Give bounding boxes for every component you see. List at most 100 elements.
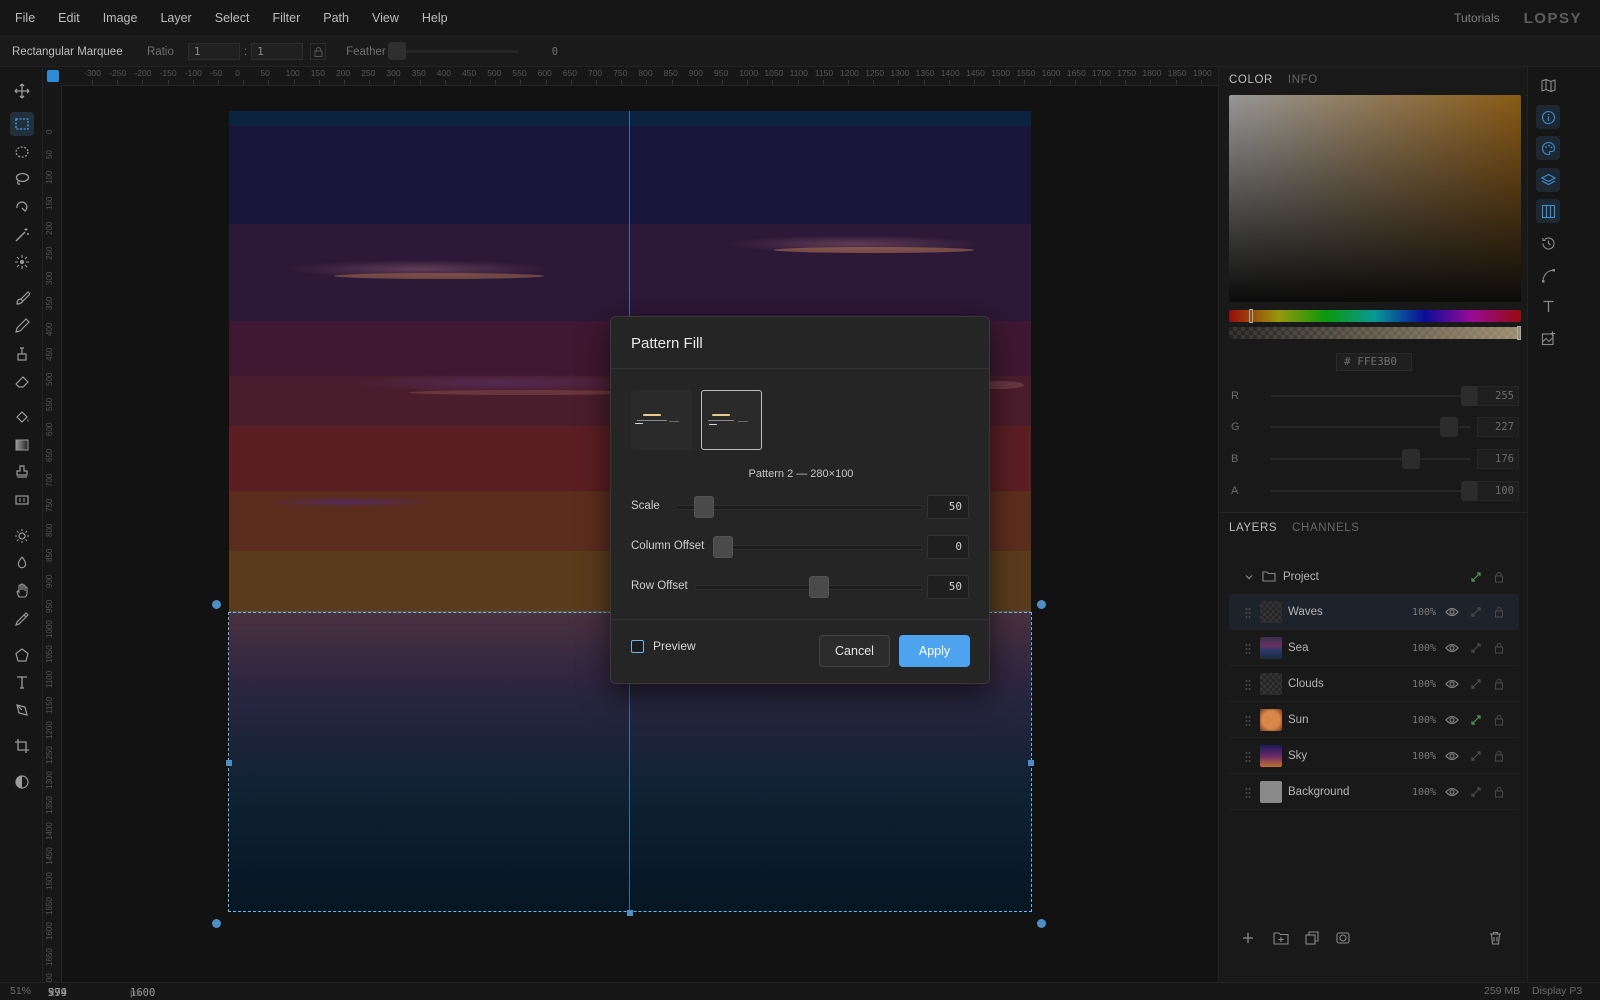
elliptical-marquee-icon[interactable] bbox=[10, 140, 34, 164]
move-tool-icon[interactable] bbox=[10, 79, 34, 103]
delete-layer-icon[interactable] bbox=[1489, 931, 1502, 948]
blur-icon[interactable] bbox=[10, 551, 34, 575]
layer-fx-icon[interactable] bbox=[1470, 606, 1482, 621]
layer-fx-icon[interactable] bbox=[1470, 750, 1482, 765]
channel-b-thumb[interactable] bbox=[1402, 449, 1421, 469]
layer-fx-icon[interactable] bbox=[1470, 571, 1482, 586]
layer-row-sky[interactable]: Sky 100% bbox=[1229, 739, 1519, 774]
pattern-thumbnail-2[interactable] bbox=[701, 390, 762, 450]
lock-icon[interactable] bbox=[1494, 750, 1504, 765]
pen-icon[interactable] bbox=[10, 698, 34, 722]
layer-opacity[interactable]: 100% bbox=[1412, 787, 1436, 798]
preview-toggle[interactable]: Preview bbox=[631, 639, 696, 653]
lock-icon[interactable] bbox=[1494, 678, 1504, 693]
menu-file[interactable]: File bbox=[15, 11, 35, 25]
selection-handle-tr[interactable] bbox=[1037, 600, 1046, 609]
row-offset-slider-thumb[interactable] bbox=[808, 576, 829, 598]
crop-icon[interactable] bbox=[10, 734, 34, 758]
eye-icon[interactable] bbox=[1445, 606, 1459, 621]
pattern-thumbnail-1[interactable] bbox=[631, 390, 692, 450]
channels-icon[interactable] bbox=[1536, 199, 1560, 223]
scale-value[interactable]: 50 bbox=[927, 495, 969, 519]
color-mode-icon[interactable] bbox=[10, 770, 34, 794]
layer-row-sun[interactable]: Sun 100% bbox=[1229, 703, 1519, 738]
lock-icon[interactable] bbox=[1494, 571, 1504, 586]
ruler-corner[interactable] bbox=[43, 67, 62, 86]
preview-checkbox[interactable] bbox=[631, 639, 644, 653]
layer-row-waves[interactable]: Waves 100% bbox=[1229, 595, 1519, 630]
layers-icon[interactable] bbox=[1536, 168, 1560, 192]
lock-icon[interactable] bbox=[1494, 606, 1504, 621]
column-offset-slider[interactable] bbox=[719, 545, 923, 550]
layer-opacity[interactable]: 100% bbox=[1412, 643, 1436, 654]
gradient-icon[interactable] bbox=[10, 433, 34, 457]
eye-icon[interactable] bbox=[1445, 642, 1459, 657]
menu-filter[interactable]: Filter bbox=[272, 11, 300, 25]
tab-info[interactable]: INFO bbox=[1288, 74, 1318, 86]
menu-edit[interactable]: Edit bbox=[58, 11, 80, 25]
eye-icon[interactable] bbox=[1445, 786, 1459, 801]
tutorials-link[interactable]: Tutorials bbox=[1454, 11, 1500, 25]
ruler-top[interactable]: -300 -250 -200 -150 -100 -50 0 50 100 150 200 250 30… bbox=[62, 67, 1218, 86]
feather-slider-thumb[interactable] bbox=[387, 42, 406, 60]
hue-slider-thumb[interactable] bbox=[1249, 309, 1253, 323]
stamp-icon[interactable] bbox=[10, 460, 34, 484]
image-add-icon[interactable] bbox=[1536, 326, 1560, 350]
paths-icon[interactable] bbox=[1536, 263, 1560, 287]
hue-slider[interactable] bbox=[1229, 310, 1521, 322]
eye-icon[interactable] bbox=[1445, 750, 1459, 765]
ratio-width-input[interactable]: 1 bbox=[187, 43, 240, 60]
menu-select[interactable]: Select bbox=[215, 11, 250, 25]
zoom-level[interactable]: 51% bbox=[10, 985, 31, 997]
feather-slider[interactable] bbox=[387, 42, 518, 60]
drag-handle-icon[interactable] bbox=[1245, 715, 1251, 727]
layer-row-background[interactable]: Background 100% bbox=[1229, 775, 1519, 810]
menu-help[interactable]: Help bbox=[422, 11, 448, 25]
drag-handle-icon[interactable] bbox=[1245, 787, 1251, 799]
info-icon[interactable] bbox=[1536, 105, 1560, 129]
rectangular-marquee-icon[interactable] bbox=[10, 112, 34, 136]
layer-fx-icon[interactable] bbox=[1470, 786, 1482, 801]
eye-icon[interactable] bbox=[1445, 714, 1459, 729]
column-offset-slider-thumb[interactable] bbox=[713, 536, 733, 558]
layer-row-clouds[interactable]: Clouds 100% bbox=[1229, 667, 1519, 702]
layer-fx-icon[interactable] bbox=[1470, 642, 1482, 657]
drag-handle-icon[interactable] bbox=[1245, 643, 1251, 655]
selection-handle-br[interactable] bbox=[1037, 919, 1046, 928]
text-tool-icon[interactable] bbox=[10, 670, 34, 694]
layer-opacity[interactable]: 100% bbox=[1412, 607, 1436, 618]
lock-icon[interactable] bbox=[1494, 642, 1504, 657]
pencil-icon[interactable] bbox=[10, 314, 34, 338]
eyedropper-icon[interactable] bbox=[10, 607, 34, 631]
lasso-icon[interactable] bbox=[10, 167, 34, 191]
lock-icon[interactable] bbox=[1494, 714, 1504, 729]
column-offset-value[interactable]: 0 bbox=[927, 535, 969, 559]
add-layer-icon[interactable] bbox=[1241, 931, 1255, 948]
row-offset-value[interactable]: 50 bbox=[927, 575, 969, 599]
lock-icon[interactable] bbox=[1494, 786, 1504, 801]
layer-opacity[interactable]: 100% bbox=[1412, 751, 1436, 762]
new-folder-icon[interactable] bbox=[1273, 931, 1289, 948]
ruler-left[interactable]: 0 50 100 150 200 250 300 350 400 450 500 550 600 650 7… bbox=[43, 86, 62, 982]
palette-icon[interactable] bbox=[1536, 136, 1560, 160]
magic-wand-icon[interactable] bbox=[10, 223, 34, 247]
mask-icon[interactable] bbox=[1336, 931, 1350, 948]
hand-icon[interactable] bbox=[10, 579, 34, 603]
layer-opacity[interactable]: 100% bbox=[1412, 715, 1436, 726]
tab-channels[interactable]: CHANNELS bbox=[1292, 522, 1359, 534]
channel-r-value[interactable]: 255 bbox=[1477, 386, 1519, 406]
channel-r-slider[interactable] bbox=[1271, 395, 1471, 397]
shape-icon[interactable] bbox=[10, 643, 34, 667]
chevron-down-icon[interactable] bbox=[1244, 571, 1254, 585]
drag-handle-icon[interactable] bbox=[1245, 751, 1251, 763]
duplicate-layer-icon[interactable] bbox=[1305, 931, 1319, 948]
menu-layer[interactable]: Layer bbox=[160, 11, 191, 25]
tab-color[interactable]: COLOR bbox=[1229, 74, 1273, 86]
tab-layers[interactable]: LAYERS bbox=[1229, 522, 1277, 534]
apply-button[interactable]: Apply bbox=[899, 635, 970, 667]
menu-view[interactable]: View bbox=[372, 11, 399, 25]
paint-bucket-icon[interactable] bbox=[10, 405, 34, 429]
alpha-slider[interactable] bbox=[1229, 327, 1521, 339]
hex-input[interactable]: # FFE3B0 bbox=[1336, 353, 1412, 371]
channel-a-value[interactable]: 100 bbox=[1477, 481, 1519, 501]
